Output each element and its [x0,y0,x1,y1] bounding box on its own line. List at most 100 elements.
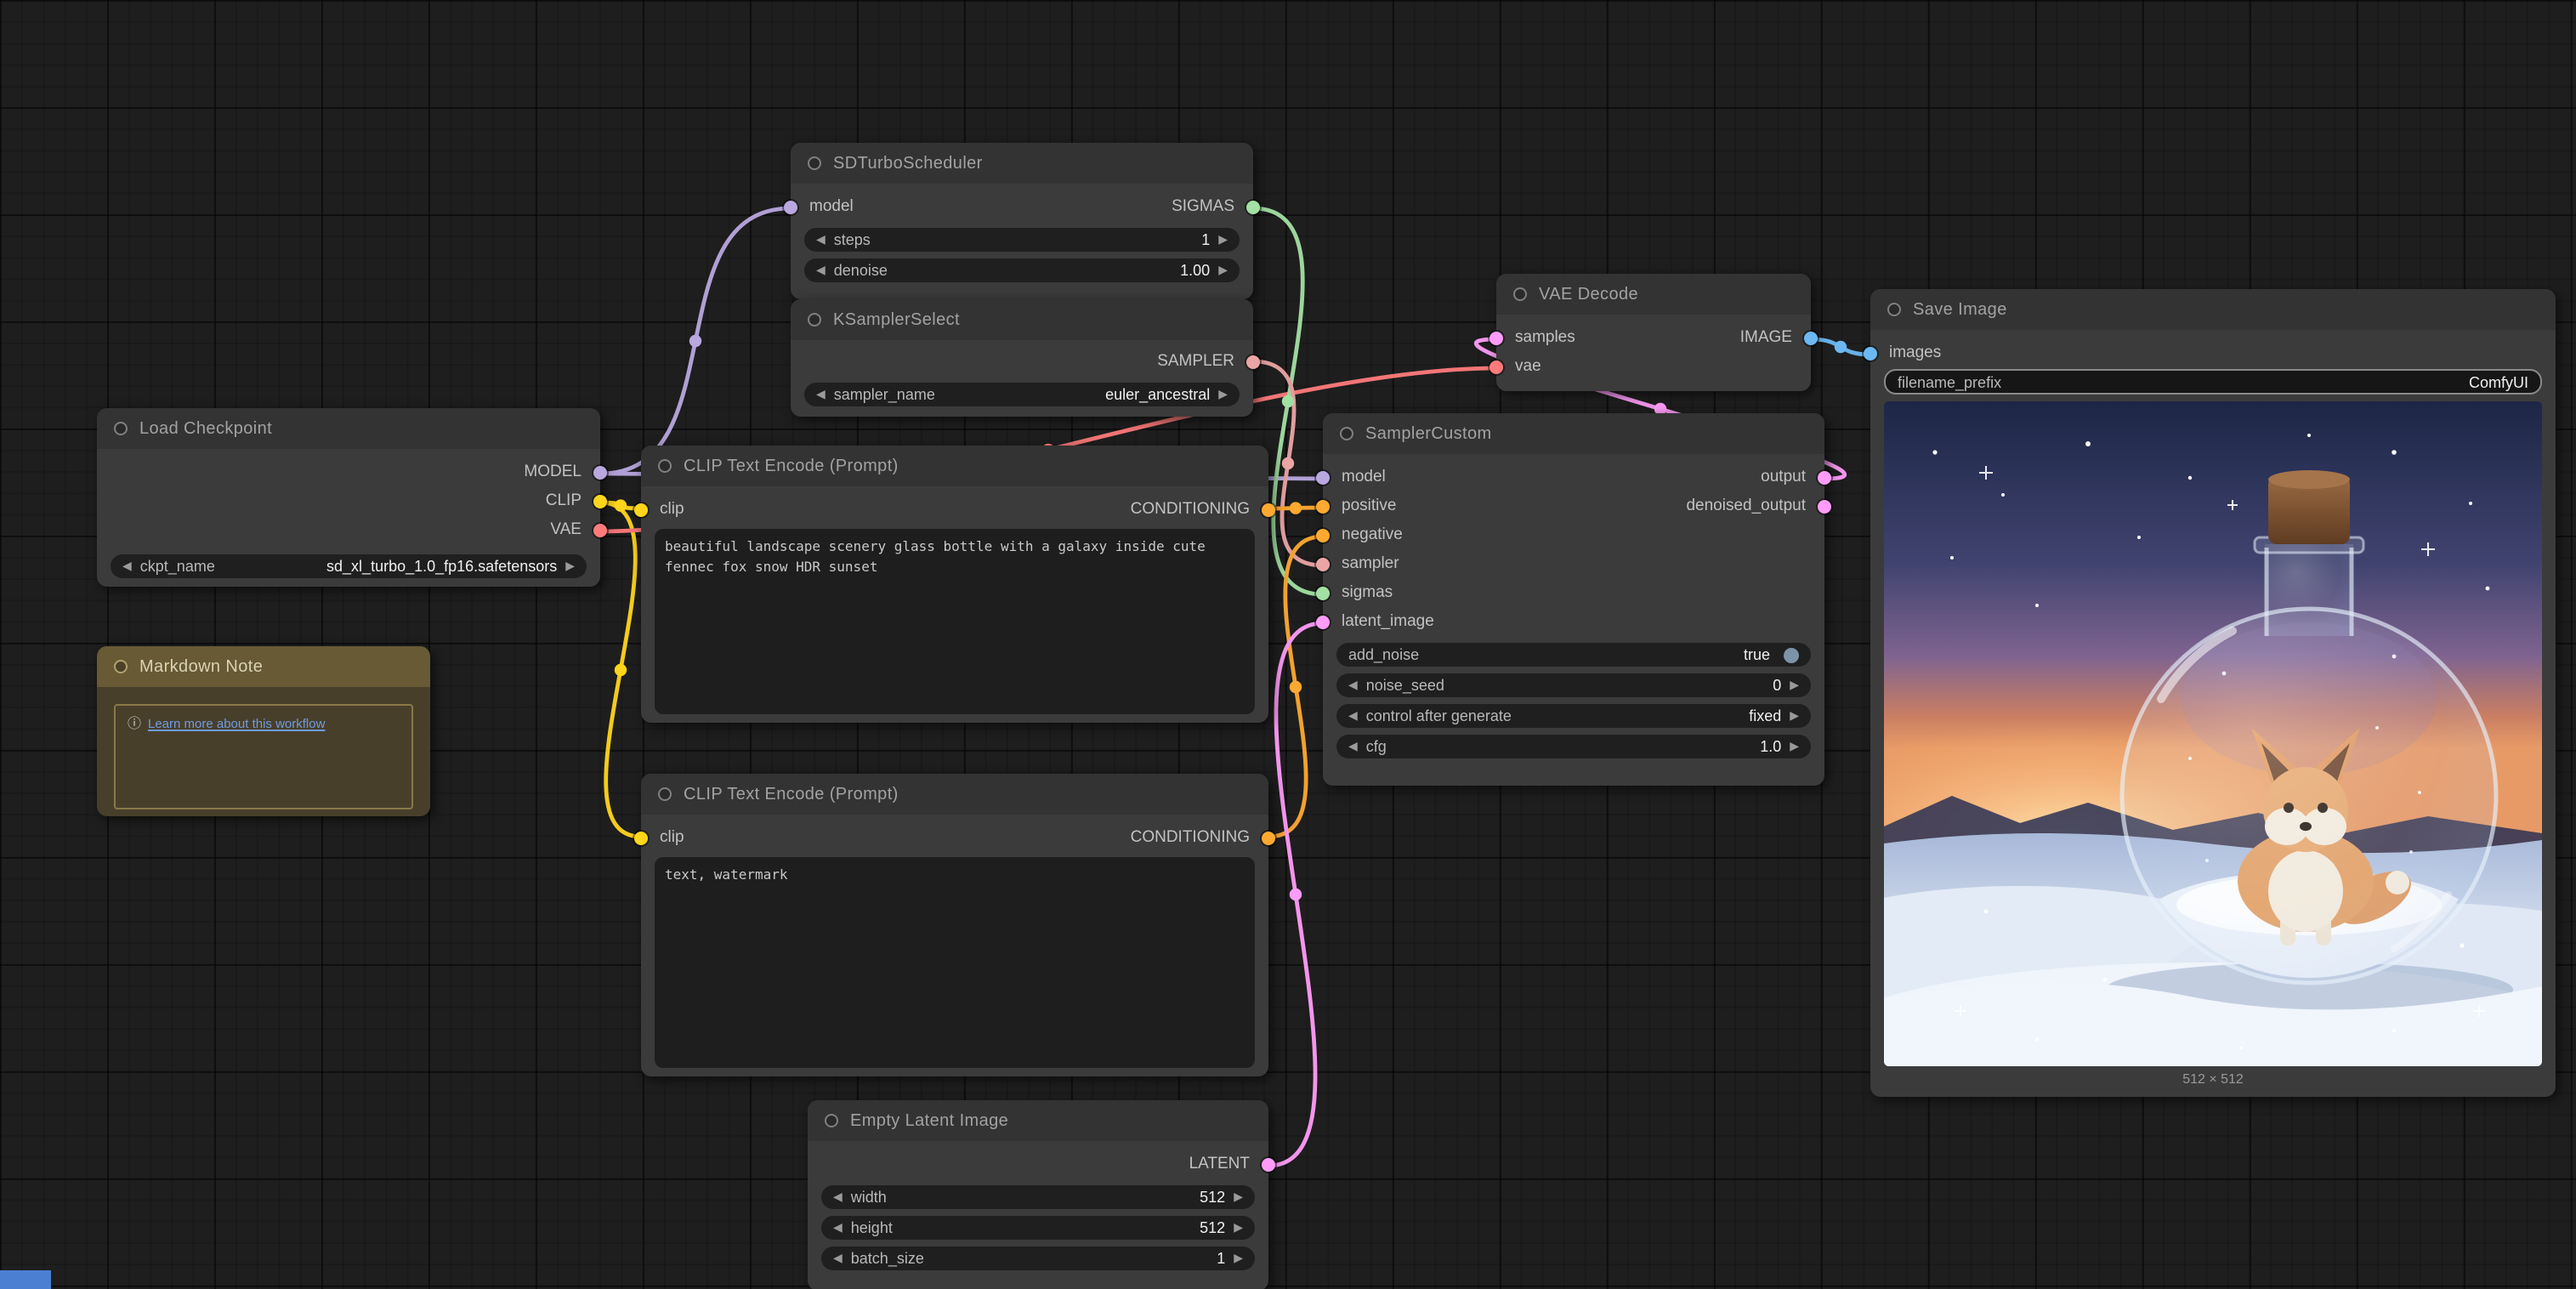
decrement-icon[interactable]: ◀ [833,1222,843,1234]
input-port-negative[interactable] [1316,528,1330,542]
output-port-sigmas[interactable] [1246,200,1260,213]
add-noise-toggle[interactable]: add_noise true [1336,643,1811,667]
batch-size-widget[interactable]: ◀ batch_size 1 ▶ [821,1246,1255,1270]
graph-canvas[interactable]: SDTurboScheduler model SIGMAS ◀ steps 1 … [0,0,2576,1289]
output-port-conditioning[interactable] [1262,503,1275,516]
input-port-positive[interactable] [1316,499,1330,513]
node-vae-decode[interactable]: VAE Decode samples IMAGE vae [1496,274,1811,391]
node-header[interactable]: Load Checkpoint [97,408,600,449]
filename-prefix-widget[interactable]: filename_prefix ComfyUI [1884,369,2542,395]
collapse-dot-icon[interactable] [808,156,821,170]
node-sdturboscheduler[interactable]: SDTurboScheduler model SIGMAS ◀ steps 1 … [791,143,1253,299]
widget-value[interactable]: true [1744,646,1770,663]
width-widget[interactable]: ◀ width 512 ▶ [821,1185,1255,1209]
output-port-model[interactable] [593,465,607,479]
node-header[interactable]: SDTurboScheduler [791,143,1253,184]
collapse-dot-icon[interactable] [825,1114,838,1127]
input-port-latent-image[interactable] [1316,615,1330,628]
steps-widget[interactable]: ◀ steps 1 ▶ [804,228,1240,252]
node-header[interactable]: SamplerCustom [1323,413,1824,454]
decrement-icon[interactable]: ◀ [816,264,826,276]
output-port-clip[interactable] [593,494,607,508]
node-header[interactable]: Empty Latent Image [808,1100,1268,1141]
node-header[interactable]: KSamplerSelect [791,299,1253,340]
decrement-icon[interactable]: ◀ [816,234,826,246]
prev-option-icon[interactable]: ◀ [122,560,132,572]
collapse-dot-icon[interactable] [658,787,672,801]
node-header[interactable]: Save Image [1870,289,2556,330]
input-port-clip[interactable] [634,503,648,516]
increment-icon[interactable]: ▶ [1218,264,1228,276]
height-widget[interactable]: ◀ height 512 ▶ [821,1216,1255,1240]
decrement-icon[interactable]: ◀ [1348,679,1358,691]
input-port-images[interactable] [1864,346,1877,360]
node-header[interactable]: Markdown Note [97,646,430,687]
widget-value[interactable]: 1.0 [1760,738,1781,755]
cfg-widget[interactable]: ◀ cfg 1.0 ▶ [1336,735,1811,758]
denoise-widget[interactable]: ◀ denoise 1.00 ▶ [804,258,1240,282]
input-port-sigmas[interactable] [1316,586,1330,599]
increment-icon[interactable]: ▶ [1790,679,1799,691]
sampler-name-widget[interactable]: ◀ sampler_name euler_ancestral ▶ [804,383,1240,406]
prev-option-icon[interactable]: ◀ [816,389,826,400]
increment-icon[interactable]: ▶ [1218,234,1228,246]
node-markdown-note[interactable]: Markdown Note ⓘ Learn more about this wo… [97,646,430,816]
widget-value[interactable]: 512 [1200,1189,1225,1206]
decrement-icon[interactable]: ◀ [833,1252,843,1264]
node-save-image[interactable]: Save Image images filename_prefix ComfyU… [1870,289,2556,1097]
node-load-checkpoint[interactable]: Load Checkpoint MODEL CLIP VAE ◀ ckpt_na… [97,408,600,587]
input-port-model[interactable] [784,200,797,213]
node-header[interactable]: CLIP Text Encode (Prompt) [641,774,1268,815]
widget-value[interactable]: euler_ancestral [1105,386,1210,403]
increment-icon[interactable]: ▶ [1234,1191,1243,1203]
collapse-dot-icon[interactable] [1887,303,1901,316]
next-option-icon[interactable]: ▶ [1218,389,1228,400]
workflow-docs-link[interactable]: Learn more about this workflow [148,716,325,733]
output-port-sampler[interactable] [1246,355,1260,368]
node-clip-text-encode-positive[interactable]: CLIP Text Encode (Prompt) clip CONDITION… [641,446,1268,723]
ckpt-name-widget[interactable]: ◀ ckpt_name sd_xl_turbo_1.0_fp16.safeten… [111,554,587,578]
decrement-icon[interactable]: ◀ [833,1191,843,1203]
widget-value[interactable]: sd_xl_turbo_1.0_fp16.safetensors [326,558,557,575]
widget-value[interactable]: 1.00 [1180,262,1210,279]
next-option-icon[interactable]: ▶ [565,560,575,572]
output-port-vae[interactable] [593,523,607,537]
next-option-icon[interactable]: ▶ [1790,710,1799,722]
output-port-output[interactable] [1818,470,1831,484]
input-port-model[interactable] [1316,470,1330,484]
control-after-generate-widget[interactable]: ◀ control after generate fixed ▶ [1336,704,1811,728]
input-port-clip[interactable] [634,831,648,844]
collapse-dot-icon[interactable] [658,459,672,473]
widget-value[interactable]: 1 [1217,1250,1225,1267]
output-port-conditioning[interactable] [1262,831,1275,844]
input-port-samples[interactable] [1489,331,1503,344]
widget-value[interactable]: 512 [1200,1219,1225,1236]
output-port-denoised-output[interactable] [1818,499,1831,513]
increment-icon[interactable]: ▶ [1234,1252,1243,1264]
collapse-dot-icon[interactable] [114,422,128,435]
output-port-image[interactable] [1804,331,1818,344]
widget-value[interactable]: 0 [1773,677,1781,694]
collapse-dot-icon[interactable] [808,313,821,327]
node-header[interactable]: VAE Decode [1496,274,1811,315]
node-sampler-custom[interactable]: SamplerCustom model output positive deno… [1323,413,1824,786]
collapse-dot-icon[interactable] [114,660,128,673]
prev-option-icon[interactable]: ◀ [1348,710,1358,722]
toggle-knob-icon[interactable] [1784,647,1799,662]
decrement-icon[interactable]: ◀ [1348,741,1358,752]
collapse-dot-icon[interactable] [1340,427,1353,440]
widget-value[interactable]: ComfyUI [2469,373,2528,390]
widget-value[interactable]: 1 [1201,231,1210,248]
prompt-textarea[interactable]: beautiful landscape scenery glass bottle… [655,529,1255,714]
prompt-textarea[interactable]: text, watermark [655,857,1255,1068]
input-port-vae[interactable] [1489,360,1503,373]
node-header[interactable]: CLIP Text Encode (Prompt) [641,446,1268,486]
increment-icon[interactable]: ▶ [1234,1222,1243,1234]
output-port-latent[interactable] [1262,1157,1275,1171]
node-clip-text-encode-negative[interactable]: CLIP Text Encode (Prompt) clip CONDITION… [641,774,1268,1076]
collapse-dot-icon[interactable] [1513,287,1527,301]
widget-value[interactable]: fixed [1749,707,1781,724]
input-port-sampler[interactable] [1316,557,1330,571]
increment-icon[interactable]: ▶ [1790,741,1799,752]
node-ksamplerselect[interactable]: KSamplerSelect SAMPLER ◀ sampler_name eu… [791,299,1253,417]
